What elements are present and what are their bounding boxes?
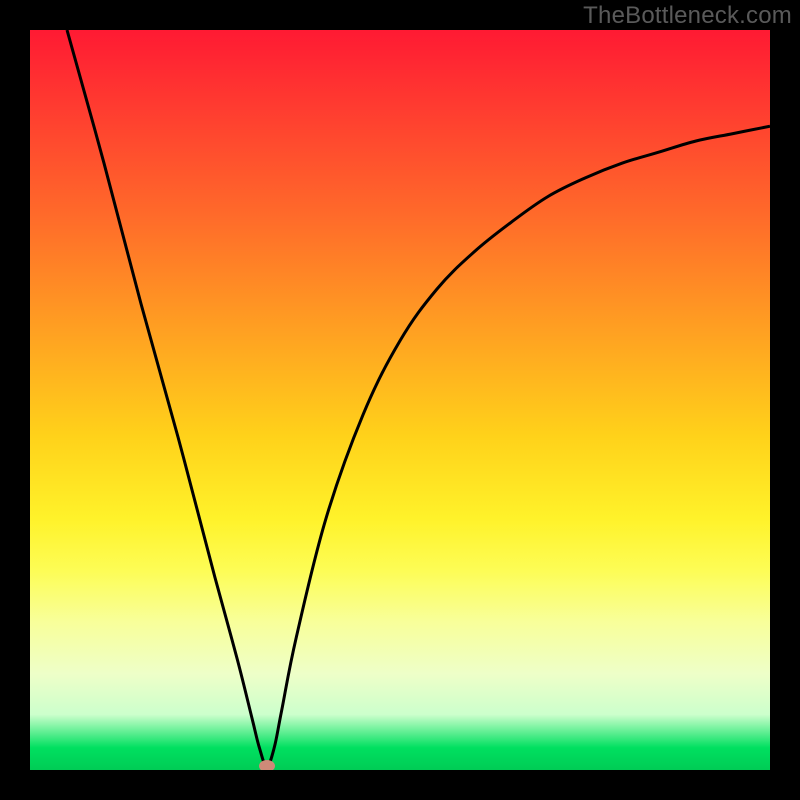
watermark-text: TheBottleneck.com (583, 2, 792, 30)
plot-area (30, 30, 770, 770)
bottleneck-curve (30, 30, 770, 770)
chart-frame: TheBottleneck.com (0, 0, 800, 800)
optimal-point-marker (259, 760, 275, 770)
